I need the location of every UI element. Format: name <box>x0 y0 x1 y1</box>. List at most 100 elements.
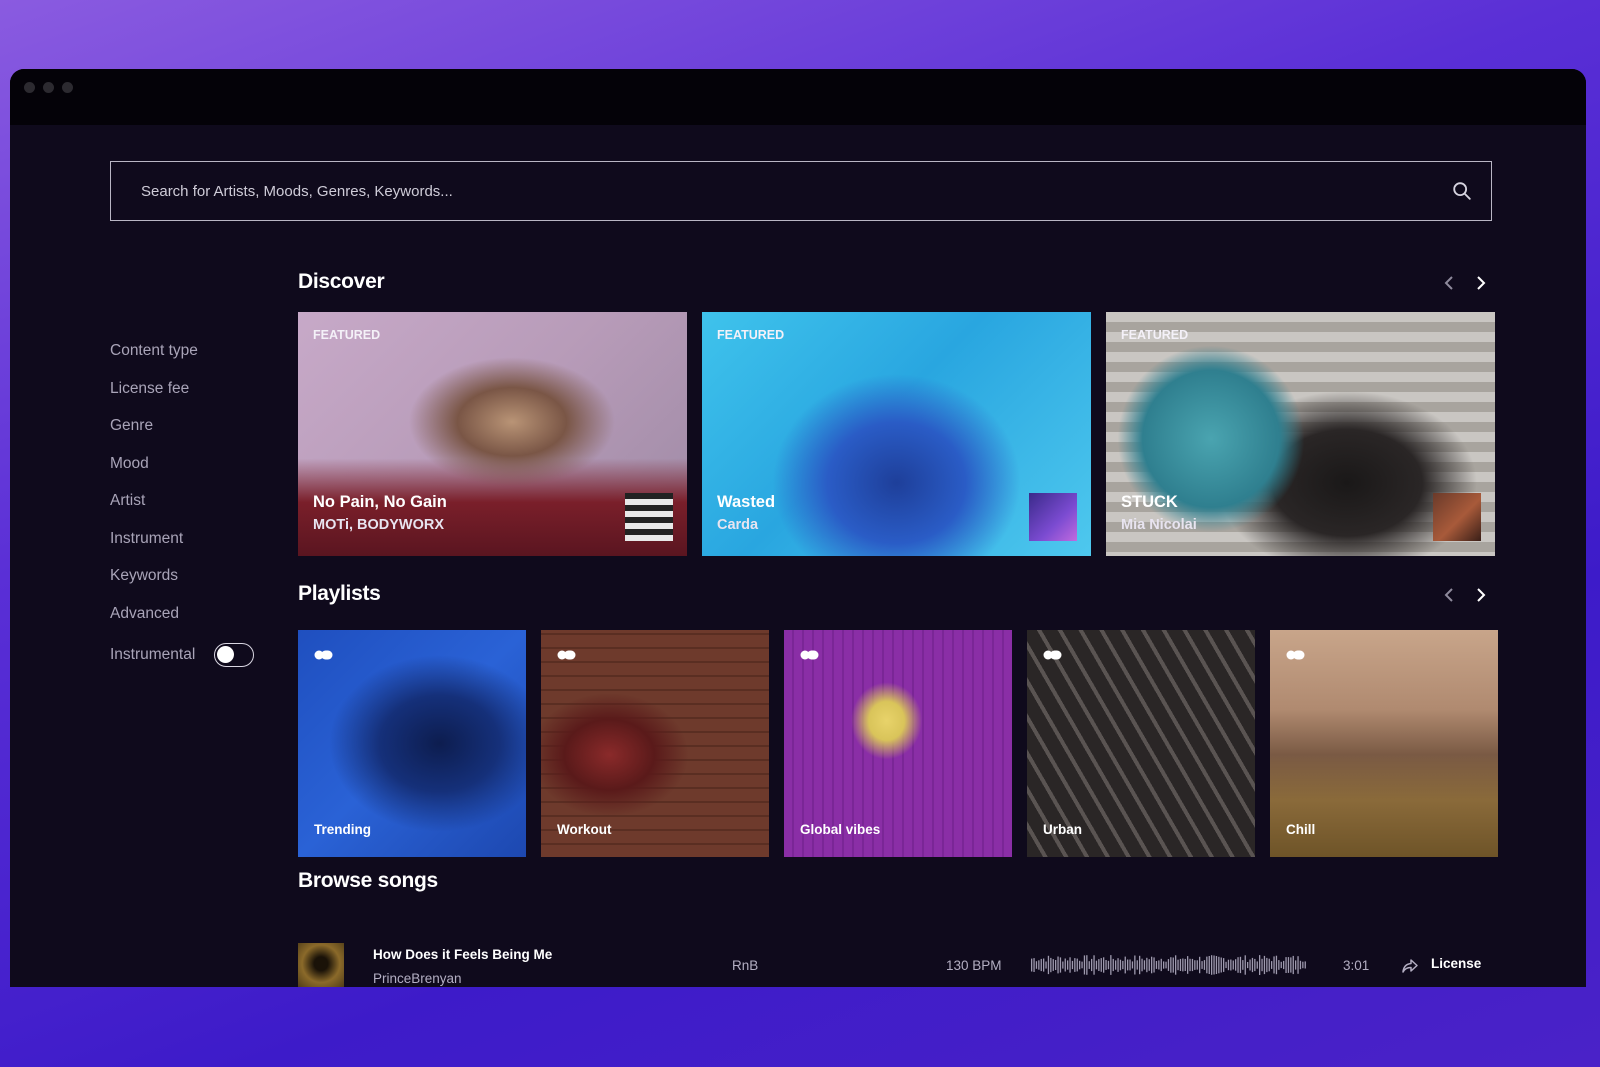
waveform-bar <box>1213 955 1215 975</box>
waveform-bar <box>1052 959 1054 971</box>
track-artist: Mia Nicolai <box>1121 517 1197 533</box>
waveform-bar <box>1112 958 1114 972</box>
waveform-bar <box>1278 960 1280 970</box>
instrumental-toggle[interactable] <box>214 643 254 667</box>
filter-keywords[interactable]: Keywords <box>110 566 254 604</box>
track-artist: Carda <box>717 517 759 533</box>
playlists-heading: Playlists <box>298 582 381 605</box>
waveform-bar <box>1074 958 1076 972</box>
search-input[interactable] <box>141 182 1491 200</box>
waveform-bar <box>1256 961 1258 969</box>
waveform-bar <box>1251 957 1254 973</box>
playlist-label: Trending <box>314 822 371 837</box>
waveform-bar <box>1067 960 1069 970</box>
featured-card[interactable]: FEATURED No Pain, No Gain MOTi, BODYWORX <box>298 312 687 556</box>
track-artist: MOTi, BODYWORX <box>313 517 445 533</box>
chevron-left-icon[interactable] <box>1442 275 1458 291</box>
playlists-nav <box>1442 587 1488 603</box>
waveform-bar <box>1167 959 1170 971</box>
waveform-bar <box>1153 957 1155 973</box>
waveform-bar <box>1179 958 1182 971</box>
license-button[interactable]: License <box>1431 956 1481 971</box>
waveform-bar <box>1033 958 1035 972</box>
search-bar <box>110 161 1492 221</box>
waveform-bar <box>1175 955 1177 975</box>
playlist-label: Workout <box>557 822 612 837</box>
waveform-bar <box>1091 958 1093 972</box>
waveform-bar <box>1196 960 1198 970</box>
filter-license-fee[interactable]: License fee <box>110 379 254 417</box>
playlist-icon <box>1286 650 1305 660</box>
waveform-bar <box>1062 961 1064 969</box>
featured-card[interactable]: FEATURED STUCK Mia Nicolai <box>1106 312 1495 556</box>
album-art-thumbnail <box>1433 493 1481 541</box>
waveform-bar <box>1235 959 1237 971</box>
waveform-bar <box>1047 955 1050 975</box>
share-icon[interactable] <box>1401 957 1419 975</box>
waveform-bar <box>1230 959 1232 971</box>
waveform-bar <box>1239 956 1242 974</box>
window-maximize-button[interactable] <box>62 82 73 93</box>
chevron-left-icon[interactable] <box>1442 587 1458 603</box>
title-bar <box>10 69 1586 125</box>
window-close-button[interactable] <box>24 82 35 93</box>
chevron-right-icon[interactable] <box>1472 275 1488 291</box>
playlist-card-global-vibes[interactable]: Global vibes <box>784 630 1012 857</box>
waveform-bar <box>1117 958 1119 972</box>
discover-nav <box>1442 275 1488 291</box>
waveform-bar <box>1299 960 1302 970</box>
filter-instrument[interactable]: Instrument <box>110 529 254 567</box>
song-artist[interactable]: PrinceBrenyan <box>373 971 462 986</box>
chevron-right-icon[interactable] <box>1472 587 1488 603</box>
waveform-bar <box>1163 961 1165 969</box>
search-icon[interactable] <box>1451 180 1473 202</box>
featured-card[interactable]: FEATURED Wasted Carda <box>702 312 1091 556</box>
waveform-bar <box>1249 959 1251 971</box>
playlist-card-workout[interactable]: Workout <box>541 630 769 857</box>
waveform-bar <box>1045 961 1047 969</box>
waveform-bar <box>1151 956 1153 974</box>
waveform-bar <box>1081 961 1083 969</box>
waveform-bar <box>1083 955 1086 975</box>
waveform-bar <box>1242 960 1244 970</box>
filter-genre[interactable]: Genre <box>110 416 254 454</box>
song-title[interactable]: How Does it Feels Being Me <box>373 947 552 962</box>
waveform-bar <box>1273 956 1275 974</box>
filter-sidebar: Content type License fee Genre Mood Arti… <box>110 341 254 667</box>
waveform-bar <box>1143 960 1146 970</box>
waveform-bar <box>1124 956 1126 974</box>
track-title: Wasted <box>717 493 776 511</box>
song-waveform[interactable] <box>1031 953 1313 977</box>
app-window: Content type License fee Genre Mood Arti… <box>10 69 1586 987</box>
filter-advanced[interactable]: Advanced <box>110 604 254 642</box>
song-genre: RnB <box>732 958 759 973</box>
playlist-label: Urban <box>1043 822 1083 837</box>
filter-content-type[interactable]: Content type <box>110 341 254 379</box>
waveform-bar <box>1119 959 1122 971</box>
window-minimize-button[interactable] <box>43 82 54 93</box>
waveform-bar <box>1129 959 1131 971</box>
waveform-bar <box>1115 960 1117 970</box>
featured-badge: FEATURED <box>717 328 785 342</box>
waveform-bar <box>1100 958 1102 972</box>
playlist-card-trending[interactable]: Trending <box>298 630 526 857</box>
waveform-bar <box>1139 955 1141 975</box>
playlist-card-urban[interactable]: Urban <box>1027 630 1255 857</box>
waveform-bar <box>1182 958 1184 972</box>
waveform-bar <box>1211 955 1213 975</box>
waveform-bar <box>1292 955 1294 975</box>
song-cover-art[interactable] <box>298 943 344 987</box>
filter-artist[interactable]: Artist <box>110 491 254 529</box>
playlist-card-chill[interactable]: Chill <box>1270 630 1498 857</box>
waveform-bar <box>1107 960 1110 970</box>
waveform-bar <box>1187 956 1189 974</box>
filter-mood[interactable]: Mood <box>110 454 254 492</box>
waveform-bar <box>1295 960 1297 970</box>
waveform-bar <box>1285 957 1287 973</box>
waveform-bar <box>1146 957 1148 973</box>
waveform-bar <box>1031 958 1033 972</box>
song-row[interactable]: How Does it Feels Being Me PrinceBrenyan… <box>298 943 1492 987</box>
waveform-bar <box>1218 956 1220 974</box>
playlists-carousel: Trending Workout Global vibes Urban Chil… <box>298 630 1498 857</box>
song-bpm: 130 BPM <box>946 958 1002 973</box>
